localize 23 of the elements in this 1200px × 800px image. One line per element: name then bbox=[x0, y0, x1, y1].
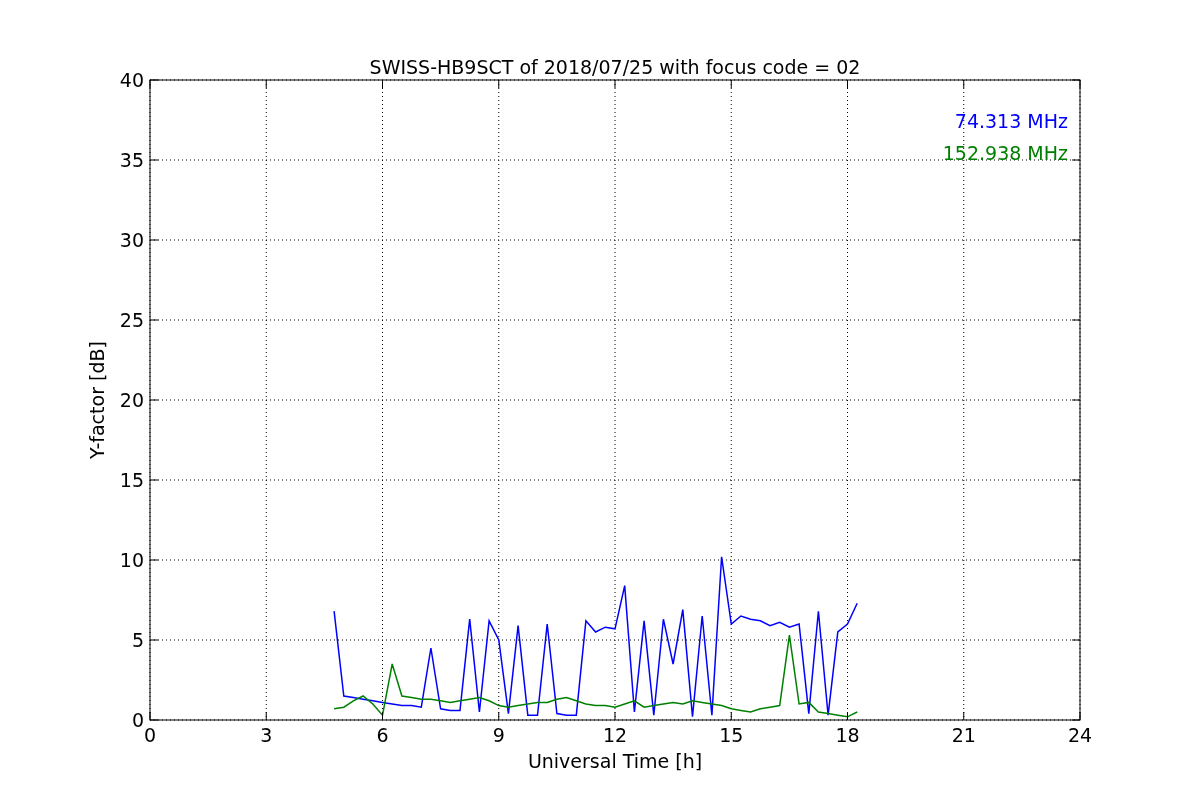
x-tick-label: 18 bbox=[835, 724, 860, 746]
chart-title: SWISS-HB9SCT of 2018/07/25 with focus code = 02 bbox=[369, 56, 861, 78]
y-axis-label: Y-factor [dB] bbox=[86, 341, 108, 459]
x-tick-label: 15 bbox=[719, 724, 744, 746]
x-tick-label: 12 bbox=[602, 724, 628, 746]
x-tick-label: 21 bbox=[951, 724, 976, 746]
x-tick-label: 3 bbox=[260, 724, 273, 746]
y-tick-label: 15 bbox=[119, 469, 144, 491]
y-tick-label: 40 bbox=[119, 69, 144, 91]
y-tick-label: 20 bbox=[119, 389, 144, 411]
y-tick-label: 10 bbox=[119, 549, 144, 571]
x-tick-label: 9 bbox=[492, 724, 505, 746]
y-tick-label: 30 bbox=[119, 229, 144, 251]
legend-label: 152.938 MHz bbox=[942, 142, 1068, 164]
x-tick-label: 0 bbox=[143, 724, 157, 746]
x-tick-label: 6 bbox=[376, 724, 389, 746]
legend-label: 74.313 MHz bbox=[954, 110, 1068, 132]
y-tick-label: 25 bbox=[119, 309, 144, 331]
y-tick-label: 35 bbox=[119, 149, 144, 171]
y-tick-label: 5 bbox=[131, 629, 144, 651]
y-tick-label: 0 bbox=[131, 709, 144, 731]
x-tick-label: 24 bbox=[1067, 724, 1093, 746]
x-axis-label: Universal Time [h] bbox=[527, 750, 703, 772]
